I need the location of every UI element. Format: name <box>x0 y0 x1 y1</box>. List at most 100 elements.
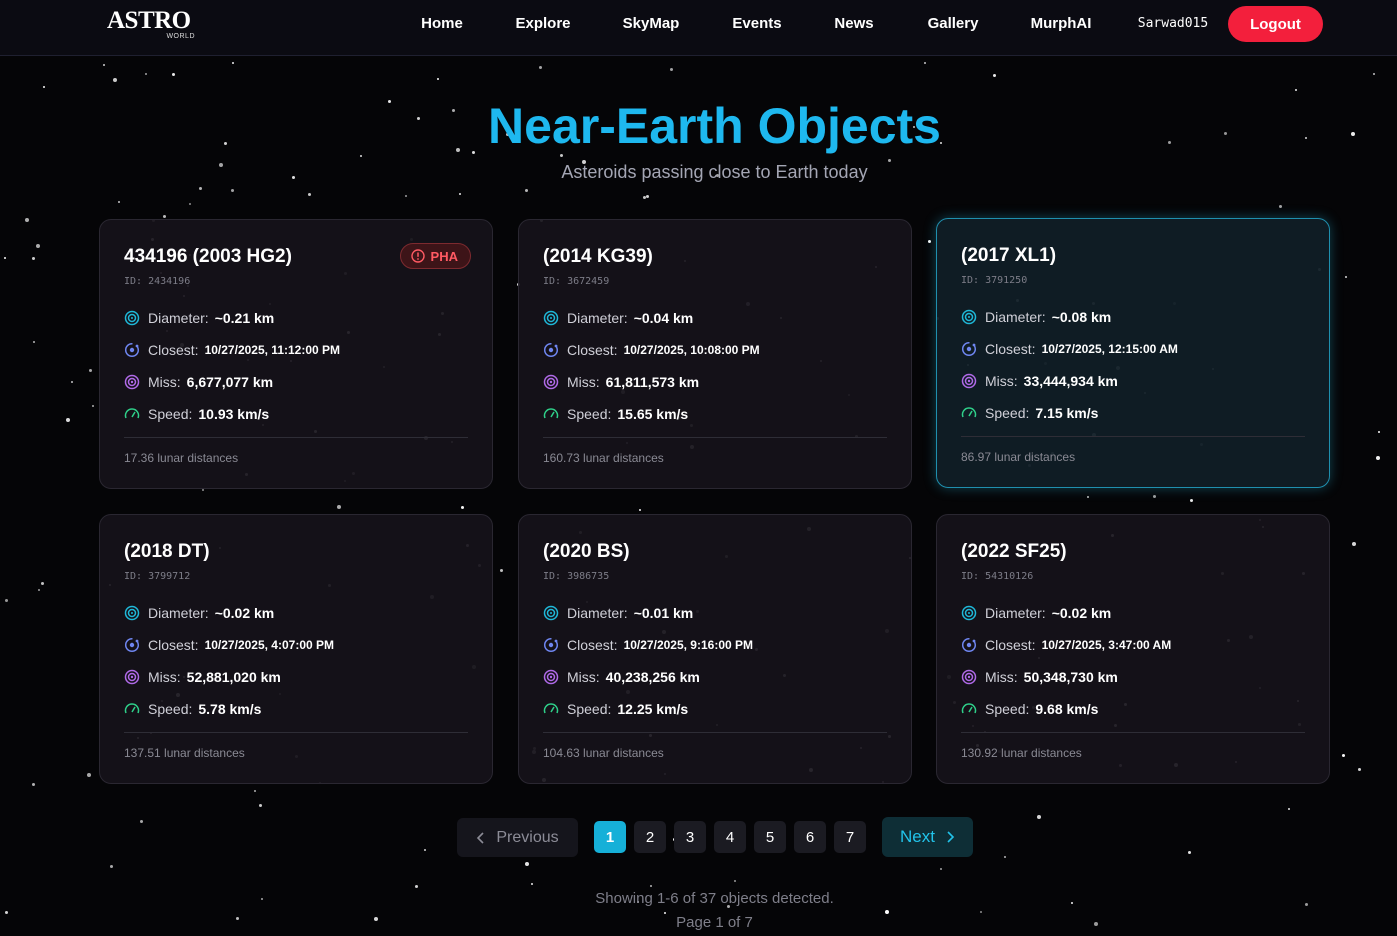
next-page-button[interactable]: Next <box>882 817 973 857</box>
orbit-icon <box>124 637 140 653</box>
username-label[interactable]: Sarwad015 <box>1138 16 1208 31</box>
neo-card[interactable]: 434196 (2003 HG2) ID: 2434196 PHA Diamet… <box>99 219 493 489</box>
diameter-row: Diameter: ~0.02 km <box>961 597 1305 629</box>
logo-text: ASTRO <box>107 7 191 34</box>
closest-value: 10/27/2025, 9:16:00 PM <box>623 638 753 652</box>
orbit-icon <box>961 637 977 653</box>
star <box>940 868 942 870</box>
speed-label: Speed: <box>985 701 1030 717</box>
neo-card[interactable]: (2014 KG39) ID: 3672459 Diameter: ~0.04 k… <box>518 219 912 489</box>
diameter-row: Diameter: ~0.21 km <box>124 302 468 334</box>
page-button-3[interactable]: 3 <box>674 821 706 853</box>
next-label: Next <box>900 827 935 846</box>
page-button-5[interactable]: 5 <box>754 821 786 853</box>
astro-world-logo[interactable]: ASTRO WORLD <box>107 8 199 42</box>
star <box>89 369 92 372</box>
page-button-2[interactable]: 2 <box>634 821 666 853</box>
star <box>1345 276 1347 278</box>
star <box>1378 431 1380 433</box>
star <box>539 66 542 69</box>
miss-row: Miss: 6,677,077 km <box>124 366 468 398</box>
star <box>337 505 341 509</box>
nav-link-news[interactable]: News <box>834 15 873 32</box>
closest-value: 10/27/2025, 10:08:00 PM <box>623 343 760 357</box>
closest-label: Closest: <box>985 341 1036 357</box>
neo-card[interactable]: (2020 BS) ID: 3986735 Diameter: ~0.01 km … <box>518 514 912 784</box>
star <box>1288 808 1290 810</box>
nav-link-murphai[interactable]: MurphAI <box>1031 15 1092 32</box>
star <box>254 790 256 792</box>
star <box>1190 499 1193 502</box>
miss-label: Miss: <box>148 669 181 685</box>
star <box>500 569 503 572</box>
star <box>71 381 73 383</box>
nav-link-gallery[interactable]: Gallery <box>928 15 979 32</box>
target-icon <box>961 605 977 621</box>
diameter-value: ~0.08 km <box>1051 309 1112 325</box>
neo-card[interactable]: (2022 SF25) ID: 54310126 Diameter: ~0.02 … <box>936 514 1330 784</box>
diameter-value: ~0.21 km <box>214 310 275 326</box>
speed-row: Speed: 9.68 km/s <box>961 693 1305 725</box>
card-divider <box>124 732 468 733</box>
star <box>980 911 982 913</box>
results-summary: Showing 1-6 of 37 objects detected. <box>595 890 834 907</box>
asteroid-id: ID: 2434196 <box>124 276 191 287</box>
speedometer-icon <box>543 408 559 419</box>
speedometer-icon <box>124 703 140 714</box>
nav-link-skymap[interactable]: SkyMap <box>623 15 680 32</box>
star <box>734 880 736 882</box>
radar-icon <box>961 669 977 685</box>
logout-button[interactable]: Logout <box>1228 6 1323 42</box>
speedometer-icon <box>124 408 140 419</box>
closest-value: 10/27/2025, 11:12:00 PM <box>204 343 341 357</box>
page-button-7[interactable]: 7 <box>834 821 866 853</box>
star <box>1373 73 1375 75</box>
star <box>424 849 426 851</box>
neo-card[interactable]: (2017 XL1) ID: 3791250 Diameter: ~0.08 km… <box>936 218 1330 488</box>
diameter-label: Diameter: <box>148 605 209 621</box>
miss-value: 61,811,573 km <box>605 374 700 390</box>
miss-label: Miss: <box>985 669 1018 685</box>
page-button-6[interactable]: 6 <box>794 821 826 853</box>
star <box>118 201 120 203</box>
page-button-1[interactable]: 1 <box>594 821 626 853</box>
diameter-label: Diameter: <box>567 605 628 621</box>
diameter-value: ~0.04 km <box>633 310 694 326</box>
previous-page-button[interactable]: Previous <box>457 818 578 857</box>
star <box>4 257 6 259</box>
nav-link-events[interactable]: Events <box>732 15 781 32</box>
neo-card[interactable]: (2018 DT) ID: 3799712 Diameter: ~0.02 km … <box>99 514 493 784</box>
page-button-4[interactable]: 4 <box>714 821 746 853</box>
speed-label: Speed: <box>567 406 612 422</box>
speed-row: Speed: 10.93 km/s <box>124 398 468 430</box>
speed-row: Speed: 7.15 km/s <box>961 397 1305 429</box>
card-divider <box>543 732 887 733</box>
star <box>25 218 29 222</box>
star <box>670 68 673 71</box>
star <box>650 885 652 887</box>
miss-label: Miss: <box>567 374 600 390</box>
nav-link-home[interactable]: Home <box>421 15 463 32</box>
lunar-distance: 104.63 lunar distances <box>543 746 664 760</box>
star <box>5 599 8 602</box>
star <box>308 193 311 196</box>
star <box>1004 856 1006 858</box>
page-title: Near-Earth Objects <box>488 98 941 154</box>
star <box>461 506 464 509</box>
star <box>1295 89 1297 91</box>
orbit-icon <box>961 341 977 357</box>
chevron-left-icon <box>477 831 484 844</box>
star <box>92 405 94 407</box>
miss-value: 6,677,077 km <box>186 374 274 390</box>
miss-row: Miss: 52,881,020 km <box>124 661 468 693</box>
speed-row: Speed: 5.78 km/s <box>124 693 468 725</box>
star <box>1037 815 1041 819</box>
star <box>928 240 931 243</box>
speed-label: Speed: <box>985 405 1030 421</box>
star <box>32 783 35 786</box>
diameter-row: Diameter: ~0.02 km <box>124 597 468 629</box>
target-icon <box>543 310 559 326</box>
star <box>360 155 362 157</box>
nav-link-explore[interactable]: Explore <box>515 15 570 32</box>
star <box>113 78 117 82</box>
